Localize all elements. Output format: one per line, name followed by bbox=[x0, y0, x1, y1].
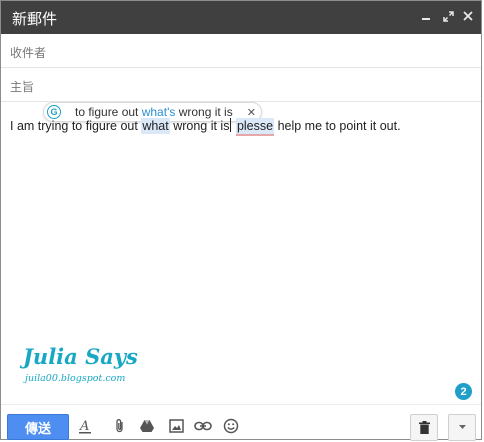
compose-toolbar: 傳送 A bbox=[1, 404, 481, 442]
misspelled-word-plesse[interactable]: plesse bbox=[235, 118, 275, 136]
link-icon[interactable] bbox=[193, 416, 213, 436]
grammarly-icon: G bbox=[47, 105, 61, 119]
trash-icon bbox=[418, 421, 430, 434]
suggestion-replacement[interactable]: what's bbox=[142, 105, 176, 119]
compose-window: 新郵件 收件者 主旨 G to figure out what's wrong … bbox=[0, 0, 482, 442]
body-text-part: help me to point it out. bbox=[274, 119, 401, 133]
subject-label: 主旨 bbox=[10, 80, 35, 94]
suggestion-suffix: wrong it is bbox=[175, 105, 233, 119]
svg-text:A: A bbox=[79, 419, 89, 434]
photo-icon[interactable] bbox=[166, 416, 186, 436]
send-button[interactable]: 傳送 bbox=[7, 414, 69, 440]
more-options-icon bbox=[458, 425, 466, 430]
compose-title: 新郵件 bbox=[12, 10, 58, 28]
drive-icon[interactable] bbox=[137, 416, 157, 436]
subject-row[interactable]: 主旨 bbox=[1, 68, 481, 102]
watermark-title: Julia Says bbox=[23, 344, 138, 369]
flagged-word-what[interactable]: what bbox=[141, 118, 170, 134]
recipients-label: 收件者 bbox=[10, 46, 47, 60]
suggestion-prefix: to figure out bbox=[75, 105, 142, 119]
minimize-icon[interactable] bbox=[419, 9, 433, 23]
attach-icon[interactable] bbox=[110, 416, 130, 436]
grammar-issue-count-badge[interactable]: 2 bbox=[455, 383, 472, 400]
emoji-icon[interactable] bbox=[221, 416, 241, 436]
more-options-button[interactable] bbox=[448, 414, 476, 441]
dismiss-suggestion-icon[interactable]: ✕ bbox=[247, 106, 256, 119]
watermark-subtitle: juila00.blogspot.com bbox=[25, 373, 126, 384]
body-text-part: wrong it is bbox=[169, 119, 230, 133]
recipients-row[interactable]: 收件者 bbox=[1, 34, 481, 68]
body-text-part: I am trying to figure out bbox=[10, 119, 142, 133]
compose-titlebar[interactable]: 新郵件 bbox=[1, 1, 481, 34]
subject-input[interactable] bbox=[61, 72, 471, 98]
recipients-input[interactable] bbox=[61, 38, 471, 64]
discard-draft-button[interactable] bbox=[410, 414, 438, 441]
expand-icon[interactable] bbox=[441, 9, 455, 23]
close-icon[interactable] bbox=[461, 9, 475, 23]
formatting-icon[interactable]: A bbox=[75, 416, 95, 436]
message-body[interactable]: I am trying to figure out what wrong it … bbox=[10, 118, 401, 136]
